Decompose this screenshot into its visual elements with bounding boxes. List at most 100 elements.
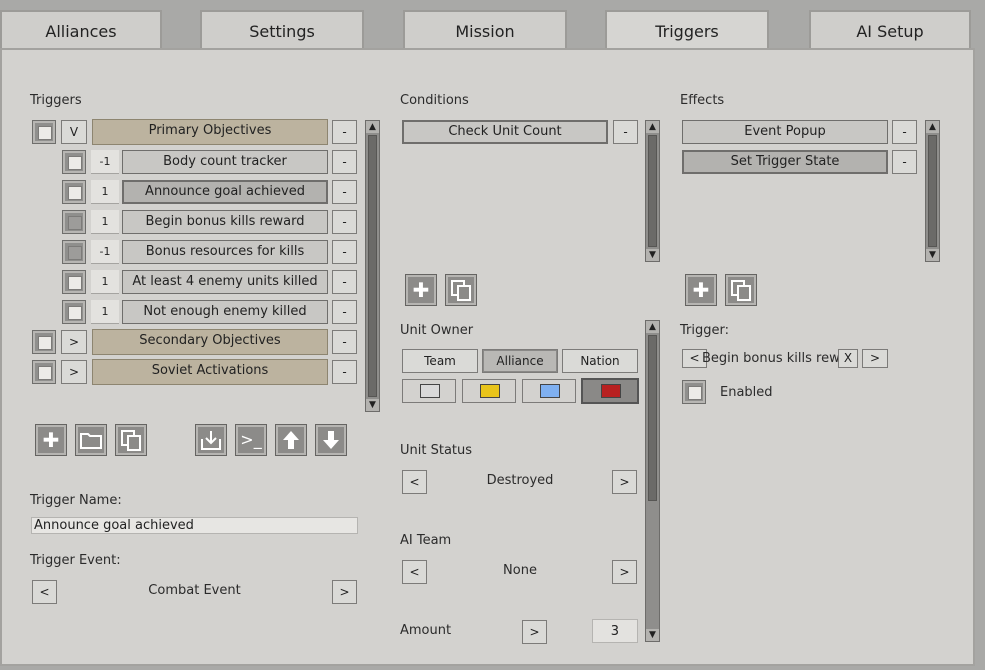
tab-label: Triggers xyxy=(655,22,719,41)
trigger-order: -1 xyxy=(91,150,119,174)
event-next-button[interactable]: > xyxy=(332,580,357,604)
color-swatch-red-selected[interactable] xyxy=(581,378,639,404)
remove-button[interactable]: - xyxy=(332,240,357,264)
expand-toggle-button[interactable]: V xyxy=(61,120,87,144)
scroll-down-icon[interactable]: ▼ xyxy=(646,629,659,641)
conditions-scrollbar[interactable]: ▲ ▼ xyxy=(645,120,660,262)
copy-icon[interactable] xyxy=(725,274,757,306)
scroll-down-icon[interactable]: ▼ xyxy=(366,399,379,411)
copy-icon[interactable] xyxy=(445,274,477,306)
trigger-group-primary[interactable]: Primary Objectives xyxy=(92,119,328,145)
triggers-heading: Triggers xyxy=(30,93,82,108)
tab-label: Mission xyxy=(455,22,515,41)
ai-team-value: None xyxy=(503,563,537,578)
owner-option-team[interactable]: Team xyxy=(402,349,478,373)
scroll-up-icon[interactable]: ▲ xyxy=(366,121,379,133)
trigger-order: 1 xyxy=(91,270,119,294)
trigger-item[interactable]: Begin bonus kills reward xyxy=(122,210,328,234)
move-down-icon[interactable] xyxy=(315,424,347,456)
group-checkbox[interactable] xyxy=(32,120,56,144)
effect-item-selected[interactable]: Set Trigger State xyxy=(682,150,888,174)
remove-button[interactable]: - xyxy=(332,120,357,144)
trigger-item[interactable]: Not enough enemy killed xyxy=(122,300,328,324)
amount-increase-button[interactable]: > xyxy=(522,620,547,644)
remove-button[interactable]: - xyxy=(332,210,357,234)
color-swatch-blue[interactable] xyxy=(522,379,576,403)
color-swatch-yellow[interactable] xyxy=(462,379,516,403)
trigger-checkbox[interactable] xyxy=(62,240,86,264)
unit-status-label: Unit Status xyxy=(400,443,473,458)
scroll-down-icon[interactable]: ▼ xyxy=(926,249,939,261)
remove-button[interactable]: - xyxy=(613,120,638,144)
amount-input[interactable]: 3 xyxy=(592,619,638,643)
trigger-checkbox[interactable] xyxy=(62,180,86,204)
effect-item[interactable]: Event Popup xyxy=(682,120,888,144)
effect-trigger-clear-button[interactable]: X xyxy=(838,349,858,368)
trigger-item-selected[interactable]: Announce goal achieved xyxy=(122,180,328,204)
trigger-checkbox[interactable] xyxy=(62,150,86,174)
remove-button[interactable]: - xyxy=(892,120,917,144)
remove-button[interactable]: - xyxy=(892,150,917,174)
status-prev-button[interactable]: < xyxy=(402,470,427,494)
status-next-button[interactable]: > xyxy=(612,470,637,494)
trigger-group-secondary[interactable]: Secondary Objectives xyxy=(92,329,328,355)
trigger-item[interactable]: At least 4 enemy units killed xyxy=(122,270,328,294)
add-icon[interactable]: ✚ xyxy=(35,424,67,456)
unit-status-value: Destroyed xyxy=(486,473,554,488)
expand-toggle-button[interactable]: > xyxy=(61,360,87,384)
remove-button[interactable]: - xyxy=(332,360,357,384)
trigger-event-value: Combat Event xyxy=(148,583,241,598)
condition-item[interactable]: Check Unit Count xyxy=(402,120,608,144)
ai-team-next-button[interactable]: > xyxy=(612,560,637,584)
tab-settings[interactable]: Settings xyxy=(200,10,364,50)
scroll-thumb[interactable] xyxy=(928,135,937,247)
ai-team-prev-button[interactable]: < xyxy=(402,560,427,584)
color-swatch-white[interactable] xyxy=(402,379,456,403)
scroll-thumb[interactable] xyxy=(368,135,377,397)
effects-heading: Effects xyxy=(680,93,725,108)
scroll-up-icon[interactable]: ▲ xyxy=(646,321,659,333)
effect-trigger-next-button[interactable]: > xyxy=(862,349,888,368)
owner-option-alliance[interactable]: Alliance xyxy=(482,349,558,373)
scroll-up-icon[interactable]: ▲ xyxy=(646,121,659,133)
trigger-item[interactable]: Bonus resources for kills xyxy=(122,240,328,264)
scroll-down-icon[interactable]: ▼ xyxy=(646,249,659,261)
folder-icon[interactable] xyxy=(75,424,107,456)
tab-triggers[interactable]: Triggers xyxy=(605,10,769,52)
remove-button[interactable]: - xyxy=(332,150,357,174)
scroll-up-icon[interactable]: ▲ xyxy=(926,121,939,133)
trigger-group-soviet[interactable]: Soviet Activations xyxy=(92,359,328,385)
trigger-checkbox[interactable] xyxy=(62,210,86,234)
import-icon[interactable] xyxy=(195,424,227,456)
trigger-name-input[interactable]: Announce goal achieved xyxy=(31,517,358,534)
remove-button[interactable]: - xyxy=(332,300,357,324)
trigger-checkbox[interactable] xyxy=(62,300,86,324)
trigger-item[interactable]: Body count tracker xyxy=(122,150,328,174)
expand-toggle-button[interactable]: > xyxy=(61,330,87,354)
add-icon[interactable]: ✚ xyxy=(685,274,717,306)
add-icon[interactable]: ✚ xyxy=(405,274,437,306)
unit-owner-label: Unit Owner xyxy=(400,323,474,338)
console-icon[interactable]: >_ xyxy=(235,424,267,456)
tab-label: AI Setup xyxy=(856,22,924,41)
move-up-icon[interactable] xyxy=(275,424,307,456)
condition-details-scrollbar[interactable]: ▲ ▼ xyxy=(645,320,660,642)
effects-scrollbar[interactable]: ▲ ▼ xyxy=(925,120,940,262)
triggers-scrollbar[interactable]: ▲ ▼ xyxy=(365,120,380,412)
remove-button[interactable]: - xyxy=(332,330,357,354)
group-checkbox[interactable] xyxy=(32,330,56,354)
scroll-thumb[interactable] xyxy=(648,335,657,501)
scroll-thumb[interactable] xyxy=(648,135,657,247)
remove-button[interactable]: - xyxy=(332,270,357,294)
group-checkbox[interactable] xyxy=(32,360,56,384)
enabled-checkbox[interactable] xyxy=(682,380,706,404)
tab-ai-setup[interactable]: AI Setup xyxy=(809,10,971,50)
trigger-checkbox[interactable] xyxy=(62,270,86,294)
event-prev-button[interactable]: < xyxy=(32,580,57,604)
tab-mission[interactable]: Mission xyxy=(403,10,567,50)
copy-icon[interactable] xyxy=(115,424,147,456)
remove-button[interactable]: - xyxy=(332,180,357,204)
owner-option-nation[interactable]: Nation xyxy=(562,349,638,373)
amount-label: Amount xyxy=(400,623,452,638)
tab-alliances[interactable]: Alliances xyxy=(0,10,162,50)
